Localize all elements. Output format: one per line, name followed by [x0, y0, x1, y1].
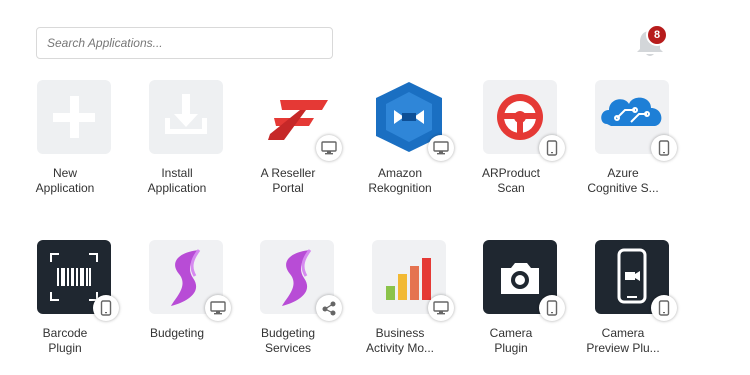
app-tile-business-activity[interactable]: Business Activity Mo...: [345, 240, 455, 360]
app-label: ARProduct Scan: [481, 166, 541, 195]
service-icon: [316, 295, 342, 321]
app-label: Install Application: [147, 166, 207, 195]
app-tile-new-application[interactable]: New Application: [10, 80, 120, 200]
mobile-icon: [651, 295, 677, 321]
mobile-icon: [539, 135, 565, 161]
app-label: Azure Cognitive S...: [587, 166, 659, 195]
app-label: Business Activity Mo...: [365, 326, 434, 355]
app-label: Camera Preview Plu...: [586, 326, 660, 355]
app-tile-budgeting[interactable]: Budgeting: [122, 240, 232, 360]
app-label: A Reseller Portal: [260, 166, 316, 195]
desktop-icon: [316, 135, 342, 161]
app-label: New Application: [35, 166, 95, 195]
app-label: Barcode Plugin: [42, 326, 88, 355]
app-tile-budgeting-services[interactable]: Budgeting Services: [233, 240, 343, 360]
mobile-icon: [539, 295, 565, 321]
plus-icon: [37, 80, 111, 154]
app-label: Camera Plugin: [489, 326, 533, 355]
app-label: Budgeting: [149, 326, 205, 340]
notification-badge[interactable]: 8: [646, 24, 668, 46]
desktop-icon: [428, 295, 454, 321]
desktop-icon: [205, 295, 231, 321]
desktop-icon: [428, 135, 454, 161]
app-tile-install-application[interactable]: Install Application: [122, 80, 232, 200]
search-input[interactable]: [37, 28, 332, 58]
app-label: Amazon Rekognition: [368, 166, 432, 195]
app-tile-amazon-rekognition[interactable]: Amazon Rekognition: [345, 80, 455, 200]
app-tile-a-reseller-portal[interactable]: A Reseller Portal: [233, 80, 343, 200]
app-tile-barcode-plugin[interactable]: Barcode Plugin: [10, 240, 120, 360]
search-box[interactable]: [36, 27, 333, 59]
install-icon: [149, 80, 223, 154]
app-tile-camera-preview[interactable]: Camera Preview Plu...: [568, 240, 678, 360]
mobile-icon: [651, 135, 677, 161]
app-label: Budgeting Services: [260, 326, 316, 355]
mobile-icon: [93, 295, 119, 321]
app-tile-azure-cognitive[interactable]: Azure Cognitive S...: [568, 80, 678, 200]
app-tile-arproduct-scan[interactable]: ARProduct Scan: [456, 80, 566, 200]
app-tile-camera-plugin[interactable]: Camera Plugin: [456, 240, 566, 360]
